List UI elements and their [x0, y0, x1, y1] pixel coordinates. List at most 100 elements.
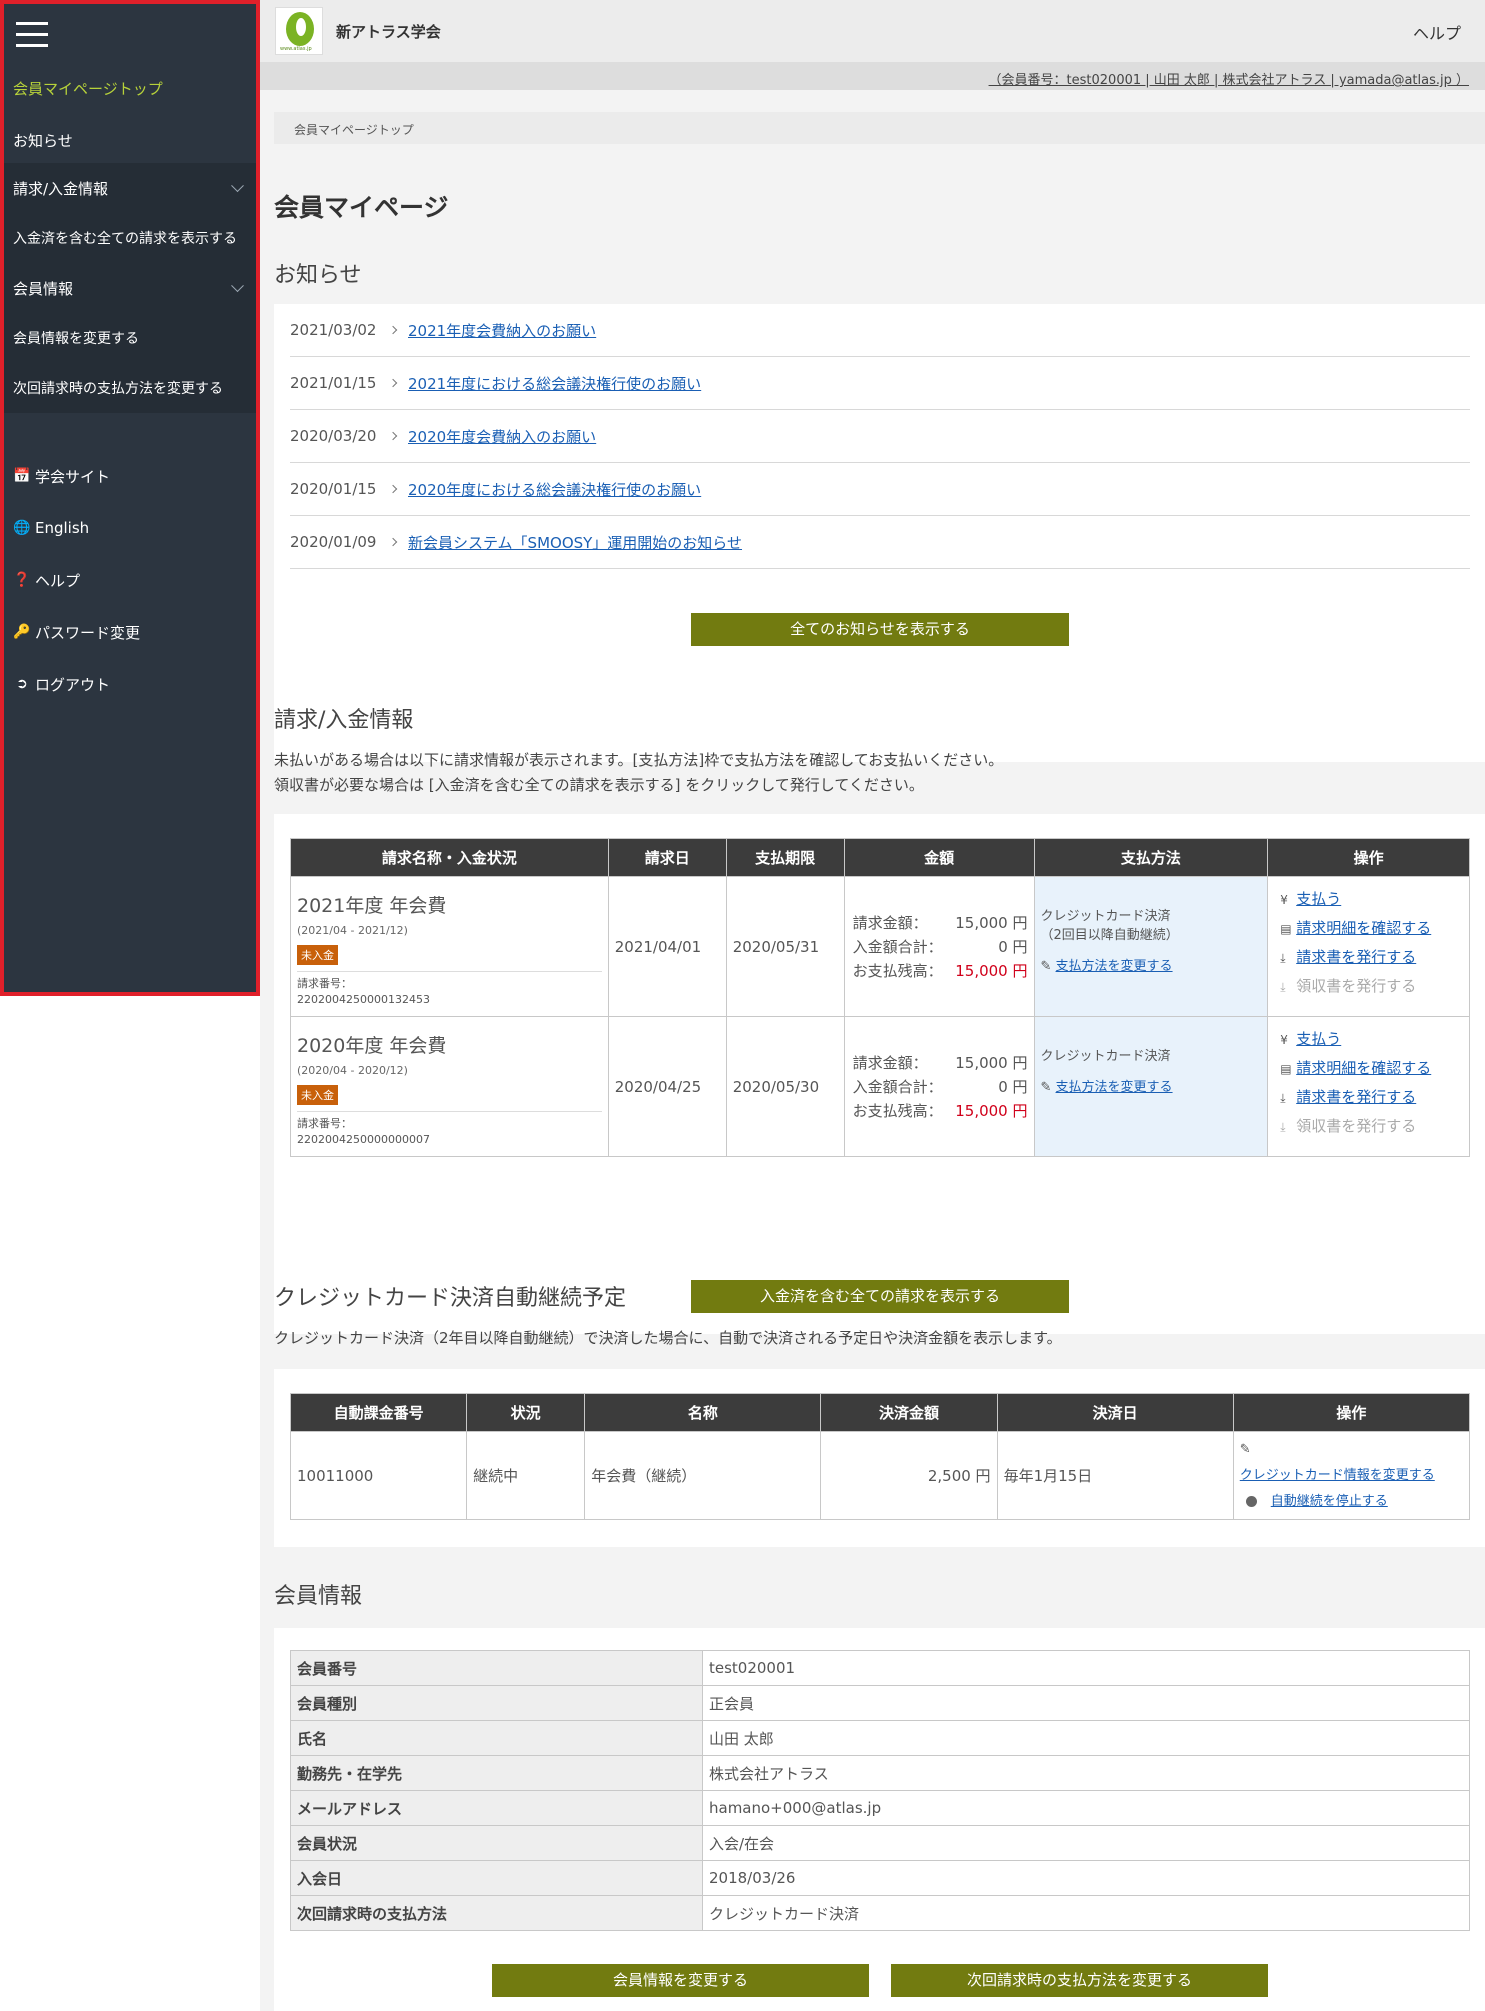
- change-next-payment-method-button[interactable]: 次回請求時の支払方法を変更する: [891, 1964, 1268, 1997]
- amount-label: 請求金額：: [852, 913, 928, 932]
- hamburger-menu-icon[interactable]: [16, 22, 48, 50]
- change-method-link[interactable]: 支払方法を変更する: [1056, 959, 1173, 974]
- sidebar-item-news[interactable]: お知らせ: [4, 118, 256, 162]
- table-header-row: 請求名称・入金状況 請求日 支払期限 金額 支払方法 操作: [290, 838, 1470, 877]
- sidebar-item-all-bills[interactable]: 入金済を含む全ての請求を表示する: [4, 213, 256, 263]
- table-header-row: 自動課金番号 状況 名称 決済金額 決済日 操作: [289, 1393, 1471, 1432]
- download-icon: ⤓: [1280, 1091, 1286, 1105]
- info-key: 入会日: [290, 1860, 703, 1896]
- table-row: 会員状況 入会/在会: [290, 1825, 1470, 1861]
- all-bills-button[interactable]: 入金済を含む全ての請求を表示する: [691, 1280, 1069, 1313]
- sidebar-item-label: 入金済を含む全ての請求を表示する: [13, 231, 237, 247]
- bill-number: 請求番号： 2202004250000000007: [297, 1111, 602, 1148]
- sidebar-item-label: 請求/入金情報: [13, 179, 109, 198]
- key-icon: 🔑: [13, 624, 31, 640]
- change-method-row: ✎ 支払方法を変更する: [1041, 955, 1268, 974]
- bill-name-cell: 2021年度 年会費 (2021/04 - 2021/12) 未入金 請求番号：…: [290, 876, 609, 1017]
- info-value: 株式会社アトラス: [702, 1755, 1470, 1791]
- sidebar-item-label: 次回請求時の支払方法を変更する: [13, 381, 223, 397]
- column-header: 請求日: [607, 838, 727, 877]
- auto-renew-desc: クレジットカード決済（2年目以降自動継続）で決済した場合に、自動で決済される予定…: [274, 1329, 1062, 1347]
- table-row: 勤務先・在学先 株式会社アトラス: [290, 1755, 1470, 1791]
- breadcrumb: 会員マイページトップ: [274, 112, 1485, 144]
- sidebar-link-label: ヘルプ: [35, 571, 81, 590]
- change-member-info-button[interactable]: 会員情報を変更する: [492, 1964, 869, 1997]
- column-header: 金額: [843, 838, 1035, 877]
- amount-cell: 請求金額： 15,000 円 入金額合計： 0 円 お支払残高： 15,000 円: [843, 1016, 1035, 1157]
- stop-renew-link[interactable]: 自動継続を停止する: [1271, 1494, 1388, 1509]
- sidebar-item-mypage-top[interactable]: 会員マイページトップ: [4, 66, 256, 110]
- issue-invoice-link[interactable]: 請求書を発行する: [1296, 948, 1416, 966]
- due-date: 2020/05/31: [725, 876, 845, 1017]
- pay-link[interactable]: 支払う: [1296, 1030, 1341, 1048]
- auto-operations-cell: ✎ クレジットカード情報を変更する 自動継続を停止する: [1232, 1431, 1471, 1520]
- change-card-link[interactable]: クレジットカード情報を変更する: [1240, 1468, 1435, 1483]
- sidebar-link-password[interactable]: 🔑 パスワード変更: [4, 612, 256, 652]
- payment-method: クレジットカード決済: [1040, 909, 1171, 924]
- bill-number-value: 2202004250000132453: [297, 993, 430, 1006]
- news-link[interactable]: 2021年度会費納入のお願い: [408, 320, 596, 341]
- site-logo[interactable]: www.atlas.jp: [275, 7, 323, 55]
- column-header: 決済金額: [820, 1393, 998, 1432]
- logout-icon: ➲: [16, 676, 28, 692]
- info-value: 2018/03/26: [702, 1860, 1470, 1896]
- sidebar-link-english[interactable]: 🌐 English: [4, 508, 256, 548]
- bill-detail-link[interactable]: 請求明細を確認する: [1296, 919, 1431, 937]
- sidebar-item-change-member-info[interactable]: 会員情報を変更する: [4, 313, 256, 363]
- auto-renew-heading: クレジットカード決済自動継続予定: [274, 1286, 627, 1311]
- sidebar-link-label: パスワード変更: [35, 623, 141, 642]
- payment-method-cell: クレジットカード決済 （2回目以降自動継続） ✎ 支払方法を変更する: [1033, 876, 1269, 1017]
- news-heading: お知らせ: [274, 263, 362, 288]
- document-icon: ▤: [1280, 1062, 1292, 1076]
- news-link[interactable]: 2020年度における総会議決権行使のお願い: [408, 479, 701, 500]
- news-link[interactable]: 新会員システム「SMOOSY」運用開始のお知らせ: [408, 532, 742, 553]
- sidebar-link-logout[interactable]: ➲ ログアウト: [4, 664, 256, 704]
- operations-cell: ¥ 支払う ▤ 請求明細を確認する ⤓ 請求書を発行する ⤓ 領収書を発行する: [1267, 876, 1470, 1017]
- top-bar: www.atlas.jp 新アトラス学会 ヘルプ: [260, 0, 1485, 62]
- amount-row: お支払残高： 15,000 円: [853, 1099, 1028, 1123]
- bill-name-cell: 2020年度 年会費 (2020/04 - 2020/12) 未入金 請求番号：…: [290, 1016, 609, 1157]
- table-row: メールアドレス hamano+000@atlas.jp: [290, 1790, 1470, 1826]
- op-detail: ▤ 請求明細を確認する: [1280, 1054, 1469, 1083]
- info-key: 勤務先・在学先: [290, 1755, 703, 1791]
- sidebar-item-billing[interactable]: 請求/入金情報: [4, 163, 256, 213]
- table-row: 会員種別 正会員: [290, 1685, 1470, 1721]
- pay-link[interactable]: 支払う: [1296, 890, 1341, 908]
- header-help-link[interactable]: ヘルプ: [1413, 20, 1461, 44]
- user-info-text[interactable]: （会員番号：test020001 | 山田 太郎 | 株式会社アトラス | ya…: [989, 69, 1469, 88]
- due-date: 2020/05/30: [725, 1016, 845, 1157]
- auto-name: 年会費（継続）: [584, 1431, 822, 1520]
- news-date: 2021/03/02: [290, 321, 377, 339]
- pencil-icon: ✎: [1040, 959, 1052, 974]
- table-row: 会員番号 test020001: [290, 1650, 1470, 1686]
- news-link[interactable]: 2021年度における総会議決権行使のお願い: [408, 373, 701, 394]
- sidebar-link-help[interactable]: ❓ ヘルプ: [4, 560, 256, 600]
- amount-row: 請求金額： 15,000 円: [853, 1051, 1028, 1075]
- status-badge: 未入金: [297, 1085, 338, 1105]
- info-value: 山田 太郎: [702, 1720, 1470, 1756]
- table-row: 入会日 2018/03/26: [290, 1860, 1470, 1896]
- sidebar: 会員マイページトップ お知らせ 請求/入金情報 入金済を含む全ての請求を表示する…: [0, 0, 260, 996]
- chevron-down-icon: [231, 179, 244, 193]
- bill-detail-link[interactable]: 請求明細を確認する: [1296, 1059, 1431, 1077]
- download-icon: ⤓: [1280, 980, 1286, 994]
- document-icon: ▤: [1280, 922, 1292, 936]
- amount-cell: 請求金額： 15,000 円 入金額合計： 0 円 お支払残高： 15,000 円: [843, 876, 1035, 1017]
- issue-invoice-link[interactable]: 請求書を発行する: [1296, 1088, 1416, 1106]
- info-key: メールアドレス: [290, 1790, 703, 1826]
- change-method-link[interactable]: 支払方法を変更する: [1056, 1080, 1173, 1095]
- amount-label: 入金額合計：: [852, 937, 943, 956]
- sidebar-link-society-site[interactable]: 📅 学会サイト: [4, 456, 256, 496]
- balance-value: 15,000 円: [955, 1101, 1028, 1120]
- billing-table: 請求名称・入金状況 請求日 支払期限 金額 支払方法 操作 2021年度 年会費…: [290, 838, 1470, 1157]
- news-item: 2020/01/15 2020年度における総会議決権行使のお願い: [290, 463, 1470, 516]
- news-item: 2021/03/02 2021年度会費納入のお願い: [290, 304, 1470, 357]
- sidebar-item-change-payment-method[interactable]: 次回請求時の支払方法を変更する: [4, 363, 256, 413]
- news-link[interactable]: 2020年度会費納入のお願い: [408, 426, 596, 447]
- all-news-button[interactable]: 全てのお知らせを表示する: [691, 613, 1069, 646]
- sidebar-item-member-info[interactable]: 会員情報: [4, 263, 256, 313]
- op-receipt: ⤓ 領収書を発行する: [1280, 1112, 1469, 1141]
- table-row: 10011000 継続中 年会費（継続） 2,500 円 毎年1月15日 ✎ ク…: [289, 1431, 1471, 1520]
- change-method-row: ✎ 支払方法を変更する: [1041, 1076, 1268, 1095]
- chevron-down-icon: [231, 279, 244, 293]
